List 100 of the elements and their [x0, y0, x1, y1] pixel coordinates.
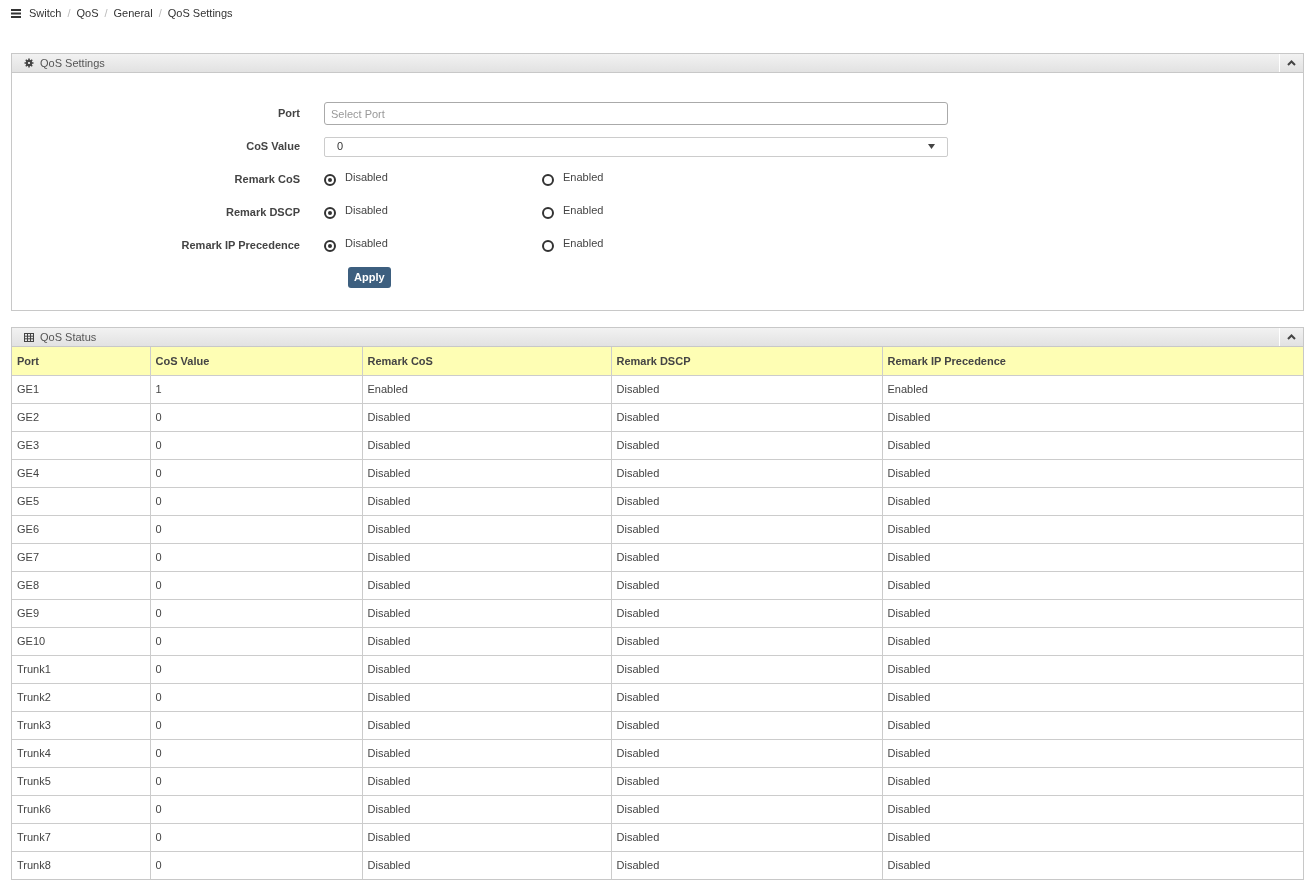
table-cell: GE4 — [12, 459, 150, 487]
chevron-up-icon — [1287, 334, 1296, 340]
table-cell: 0 — [150, 515, 362, 543]
table-cell: Disabled — [882, 431, 1303, 459]
radio-label: Disabled — [345, 170, 388, 186]
table-cell: Disabled — [882, 627, 1303, 655]
table-cell: Disabled — [882, 403, 1303, 431]
table-cell: Disabled — [362, 711, 611, 739]
breadcrumb-link[interactable]: General — [113, 4, 153, 22]
table-cell: Disabled — [362, 599, 611, 627]
table-cell: Disabled — [611, 655, 882, 683]
table-cell: Disabled — [611, 795, 882, 823]
gear-icon — [24, 58, 34, 68]
table-cell: 0 — [150, 403, 362, 431]
radio-label: Enabled — [563, 203, 604, 219]
cos-value-select[interactable]: 0 — [324, 136, 948, 157]
table-cell: Trunk8 — [12, 851, 150, 879]
table-cell: Disabled — [882, 599, 1303, 627]
table-cell: Disabled — [362, 655, 611, 683]
breadcrumb-link[interactable]: QoS Settings — [167, 4, 233, 22]
table-cell: Disabled — [882, 683, 1303, 711]
radio-button[interactable] — [324, 239, 336, 252]
menu-icon[interactable] — [11, 8, 21, 18]
table-cell: Disabled — [362, 767, 611, 795]
table-cell: Disabled — [362, 543, 611, 571]
table-cell: 0 — [150, 851, 362, 879]
field-label: Port — [277, 106, 301, 122]
table-cell: Disabled — [882, 571, 1303, 599]
table-cell: 0 — [150, 431, 362, 459]
breadcrumb-link[interactable]: Switch — [29, 4, 62, 22]
breadcrumb-separator: / — [67, 5, 71, 21]
column-header: Remark DSCP — [611, 347, 882, 375]
chevron-up-icon — [1287, 60, 1296, 66]
table-cell: Disabled — [611, 459, 882, 487]
table-cell: Disabled — [882, 851, 1303, 879]
table-cell: GE10 — [12, 627, 150, 655]
table-cell: Disabled — [362, 459, 611, 487]
table-cell: 0 — [150, 627, 362, 655]
table-cell: Disabled — [362, 515, 611, 543]
table-cell: GE7 — [12, 543, 150, 571]
table-cell: Disabled — [882, 711, 1303, 739]
table-cell: Trunk6 — [12, 795, 150, 823]
table-cell: GE9 — [12, 599, 150, 627]
column-header: Remark CoS — [362, 347, 611, 375]
table-cell: Disabled — [362, 487, 611, 515]
radio-button[interactable] — [324, 173, 336, 186]
table-cell: 0 — [150, 823, 362, 851]
port-field[interactable]: Select Port — [324, 102, 948, 125]
breadcrumb-separator: / — [104, 5, 108, 21]
table-cell: Disabled — [882, 543, 1303, 571]
table-cell: 0 — [150, 543, 362, 571]
table-cell: Disabled — [611, 571, 882, 599]
table-cell: Disabled — [362, 823, 611, 851]
table-cell: GE2 — [12, 403, 150, 431]
table-cell: Disabled — [611, 543, 882, 571]
table-cell: Disabled — [611, 431, 882, 459]
table-cell: 1 — [150, 375, 362, 403]
table-cell: Disabled — [611, 599, 882, 627]
column-header: Remark IP Precedence — [882, 347, 1303, 375]
table-cell: 0 — [150, 487, 362, 515]
table-cell: 0 — [150, 767, 362, 795]
table-cell: GE3 — [12, 431, 150, 459]
table-icon — [24, 332, 34, 342]
table-cell: Disabled — [611, 487, 882, 515]
table-cell: 0 — [150, 599, 362, 627]
radio-label: Enabled — [563, 236, 604, 252]
table-cell: Trunk3 — [12, 711, 150, 739]
apply-button[interactable]: Apply — [348, 266, 391, 288]
radio-button[interactable] — [542, 206, 554, 219]
table-cell: GE8 — [12, 571, 150, 599]
table-cell: Disabled — [611, 403, 882, 431]
table-cell: Disabled — [611, 711, 882, 739]
table-cell: 0 — [150, 571, 362, 599]
table-cell: Trunk1 — [12, 655, 150, 683]
table-cell: Disabled — [611, 851, 882, 879]
table-cell: Disabled — [362, 683, 611, 711]
table-cell: Disabled — [882, 823, 1303, 851]
table-cell: Trunk5 — [12, 767, 150, 795]
table-cell: Disabled — [611, 683, 882, 711]
table-cell: Disabled — [611, 823, 882, 851]
table-cell: 0 — [150, 739, 362, 767]
table-cell: Disabled — [611, 739, 882, 767]
panel-title: QoS Settings — [40, 55, 105, 71]
radio-button[interactable] — [324, 206, 336, 219]
table-cell: Trunk7 — [12, 823, 150, 851]
table-cell: Disabled — [882, 487, 1303, 515]
table-cell: Disabled — [882, 739, 1303, 767]
table-cell: 0 — [150, 795, 362, 823]
table-cell: Enabled — [882, 375, 1303, 403]
column-header: CoS Value — [150, 347, 362, 375]
table-cell: Disabled — [611, 627, 882, 655]
table-cell: Disabled — [882, 795, 1303, 823]
radio-button[interactable] — [542, 239, 554, 252]
table-cell: Disabled — [362, 403, 611, 431]
table-cell: Disabled — [362, 627, 611, 655]
breadcrumb-link[interactable]: QoS — [76, 4, 99, 22]
table-cell: Disabled — [882, 459, 1303, 487]
radio-label: Disabled — [345, 203, 388, 219]
radio-button[interactable] — [542, 173, 554, 186]
table-cell: Disabled — [611, 767, 882, 795]
